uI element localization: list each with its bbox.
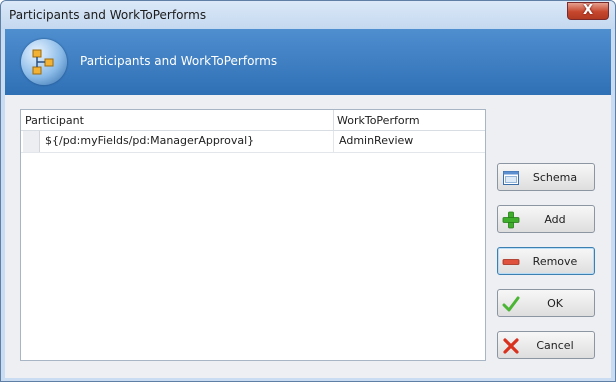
header-title: Participants and WorkToPerforms [80,54,278,68]
close-icon: X [582,3,594,18]
column-header-worktoperform[interactable]: WorkToPerform [337,114,420,127]
checkmark-icon [502,296,520,312]
schema-window-icon [503,171,519,185]
participant-cell[interactable]: ${/pd:myFields/pd:ManagerApproval} [45,134,254,147]
worktoperform-cell[interactable]: AdminReview [339,134,413,147]
cancel-button[interactable]: Cancel [497,331,595,359]
cell-divider [333,131,334,152]
close-button[interactable]: X [567,2,609,20]
dialog-header: Participants and WorkToPerforms [5,29,611,95]
table-header: Participant WorkToPerform [21,110,485,131]
dialog-body: Participant WorkToPerform ${/pd:myFields… [5,95,611,378]
ok-button[interactable]: OK [497,289,595,317]
add-button[interactable]: Add [497,205,595,233]
plus-icon [502,211,520,229]
red-x-icon [503,338,519,354]
window-title: Participants and WorkToPerforms [9,8,207,22]
cancel-button-label: Cancel [536,339,574,352]
add-button-label: Add [544,213,566,226]
column-header-participant[interactable]: Participant [25,114,84,127]
remove-button[interactable]: Remove [497,247,595,275]
ok-button-label: OK [547,297,563,310]
schema-button-label: Schema [532,171,578,184]
workflow-diagram-icon [21,39,67,85]
row-selector[interactable] [23,131,40,152]
participants-table[interactable]: Participant WorkToPerform ${/pd:myFields… [20,109,486,361]
column-divider[interactable] [333,110,334,130]
dialog-window: Participants and WorkToPerforms X Partic… [0,0,616,382]
table-row[interactable]: ${/pd:myFields/pd:ManagerApproval} Admin… [21,131,485,153]
remove-button-label: Remove [532,255,578,268]
minus-icon [502,259,520,265]
title-bar[interactable]: Participants and WorkToPerforms X [1,1,615,29]
schema-button[interactable]: Schema [497,163,595,191]
